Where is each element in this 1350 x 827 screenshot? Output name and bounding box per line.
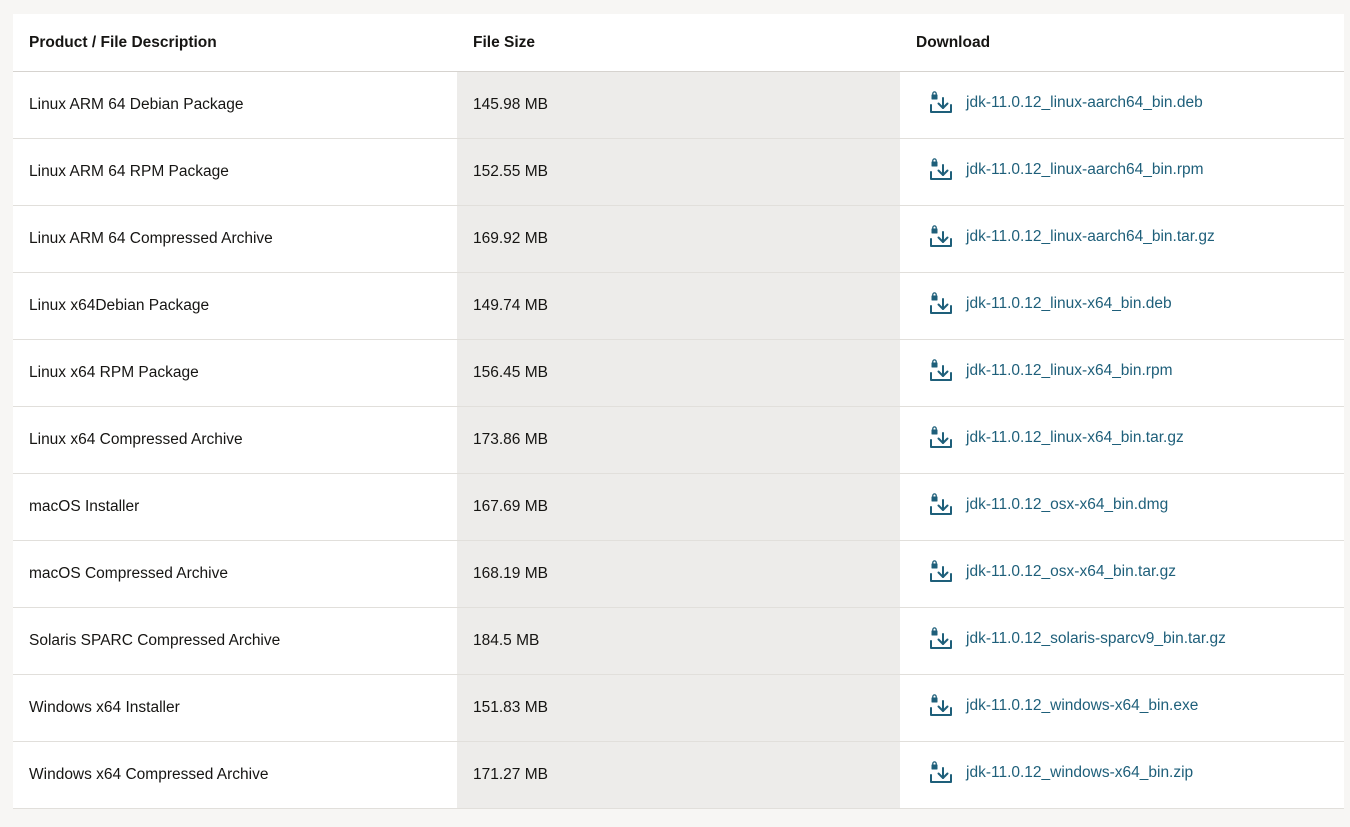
download-filename: jdk-11.0.12_osx-x64_bin.tar.gz bbox=[966, 562, 1176, 580]
download-link[interactable]: jdk-11.0.12_windows-x64_bin.exe bbox=[928, 693, 1198, 719]
file-size: 168.19 MB bbox=[457, 540, 900, 608]
file-size: 173.86 MB bbox=[457, 406, 900, 474]
download-cell: jdk-11.0.12_linux-x64_bin.rpm bbox=[900, 339, 1344, 407]
download-cell: jdk-11.0.12_linux-aarch64_bin.tar.gz bbox=[900, 205, 1344, 273]
download-link[interactable]: jdk-11.0.12_linux-x64_bin.tar.gz bbox=[928, 425, 1184, 451]
header-file-size: File Size bbox=[457, 14, 900, 72]
download-filename: jdk-11.0.12_osx-x64_bin.dmg bbox=[966, 495, 1169, 513]
download-filename: jdk-11.0.12_linux-aarch64_bin.deb bbox=[966, 93, 1203, 111]
download-filename: jdk-11.0.12_windows-x64_bin.exe bbox=[966, 696, 1199, 714]
download-filename: jdk-11.0.12_windows-x64_bin.zip bbox=[966, 763, 1194, 781]
download-filename: jdk-11.0.12_linux-x64_bin.deb bbox=[966, 294, 1172, 312]
file-description: macOS Installer bbox=[13, 473, 457, 541]
table-row: Linux ARM 64 RPM Package 152.55 MB jdk-1… bbox=[13, 138, 1344, 206]
download-lock-icon bbox=[928, 693, 954, 719]
download-link[interactable]: jdk-11.0.12_linux-x64_bin.deb bbox=[928, 291, 1172, 317]
table-row: Linux ARM 64 Debian Package 145.98 MB jd… bbox=[13, 71, 1344, 139]
download-link[interactable]: jdk-11.0.12_linux-aarch64_bin.deb bbox=[928, 90, 1203, 116]
table-row: Linux x64 Compressed Archive 173.86 MB j… bbox=[13, 406, 1344, 474]
file-size: 149.74 MB bbox=[457, 272, 900, 340]
download-cell: jdk-11.0.12_windows-x64_bin.zip bbox=[900, 741, 1344, 809]
download-link[interactable]: jdk-11.0.12_solaris-sparcv9_bin.tar.gz bbox=[928, 626, 1226, 652]
table-row: macOS Installer 167.69 MB jdk-11.0.12_os… bbox=[13, 473, 1344, 541]
file-description: macOS Compressed Archive bbox=[13, 540, 457, 608]
download-link[interactable]: jdk-11.0.12_linux-aarch64_bin.rpm bbox=[928, 157, 1204, 183]
download-lock-icon bbox=[928, 492, 954, 518]
download-lock-icon bbox=[928, 224, 954, 250]
file-size: 145.98 MB bbox=[457, 71, 900, 139]
file-description: Windows x64 Compressed Archive bbox=[13, 741, 457, 809]
downloads-table-container: Product / File Description File Size Dow… bbox=[13, 14, 1344, 809]
download-link[interactable]: jdk-11.0.12_linux-x64_bin.rpm bbox=[928, 358, 1173, 384]
downloads-table: Product / File Description File Size Dow… bbox=[13, 14, 1344, 809]
file-description: Solaris SPARC Compressed Archive bbox=[13, 607, 457, 675]
download-cell: jdk-11.0.12_osx-x64_bin.dmg bbox=[900, 473, 1344, 541]
header-download: Download bbox=[900, 14, 1344, 72]
download-cell: jdk-11.0.12_linux-aarch64_bin.deb bbox=[900, 71, 1344, 139]
table-header-row: Product / File Description File Size Dow… bbox=[13, 14, 1344, 72]
download-cell: jdk-11.0.12_solaris-sparcv9_bin.tar.gz bbox=[900, 607, 1344, 675]
file-description: Linux x64 Compressed Archive bbox=[13, 406, 457, 474]
download-filename: jdk-11.0.12_solaris-sparcv9_bin.tar.gz bbox=[966, 629, 1226, 647]
download-lock-icon bbox=[928, 626, 954, 652]
file-size: 169.92 MB bbox=[457, 205, 900, 273]
download-filename: jdk-11.0.12_linux-aarch64_bin.tar.gz bbox=[966, 227, 1215, 245]
download-lock-icon bbox=[928, 157, 954, 183]
download-link[interactable]: jdk-11.0.12_osx-x64_bin.tar.gz bbox=[928, 559, 1176, 585]
download-filename: jdk-11.0.12_linux-aarch64_bin.rpm bbox=[966, 160, 1204, 178]
file-size: 171.27 MB bbox=[457, 741, 900, 809]
table-row: Linux x64 RPM Package 156.45 MB jdk-11.0… bbox=[13, 339, 1344, 407]
file-size: 152.55 MB bbox=[457, 138, 900, 206]
download-link[interactable]: jdk-11.0.12_windows-x64_bin.zip bbox=[928, 760, 1193, 786]
download-lock-icon bbox=[928, 760, 954, 786]
table-row: Linux x64Debian Package 149.74 MB jdk-11… bbox=[13, 272, 1344, 340]
header-description: Product / File Description bbox=[13, 14, 457, 72]
download-filename: jdk-11.0.12_linux-x64_bin.rpm bbox=[966, 361, 1173, 379]
file-description: Linux ARM 64 RPM Package bbox=[13, 138, 457, 206]
download-cell: jdk-11.0.12_linux-x64_bin.tar.gz bbox=[900, 406, 1344, 474]
download-lock-icon bbox=[928, 425, 954, 451]
table-row: Solaris SPARC Compressed Archive 184.5 M… bbox=[13, 607, 1344, 675]
download-lock-icon bbox=[928, 291, 954, 317]
file-description: Linux x64Debian Package bbox=[13, 272, 457, 340]
download-filename: jdk-11.0.12_linux-x64_bin.tar.gz bbox=[966, 428, 1184, 446]
download-cell: jdk-11.0.12_windows-x64_bin.exe bbox=[900, 674, 1344, 742]
file-description: Linux x64 RPM Package bbox=[13, 339, 457, 407]
file-size: 167.69 MB bbox=[457, 473, 900, 541]
download-cell: jdk-11.0.12_linux-x64_bin.deb bbox=[900, 272, 1344, 340]
download-cell: jdk-11.0.12_osx-x64_bin.tar.gz bbox=[900, 540, 1344, 608]
file-size: 184.5 MB bbox=[457, 607, 900, 675]
file-description: Linux ARM 64 Compressed Archive bbox=[13, 205, 457, 273]
download-lock-icon bbox=[928, 358, 954, 384]
file-description: Linux ARM 64 Debian Package bbox=[13, 71, 457, 139]
file-description: Windows x64 Installer bbox=[13, 674, 457, 742]
download-link[interactable]: jdk-11.0.12_linux-aarch64_bin.tar.gz bbox=[928, 224, 1215, 250]
download-lock-icon bbox=[928, 559, 954, 585]
table-row: Windows x64 Installer 151.83 MB jdk-11.0… bbox=[13, 674, 1344, 742]
download-cell: jdk-11.0.12_linux-aarch64_bin.rpm bbox=[900, 138, 1344, 206]
file-size: 156.45 MB bbox=[457, 339, 900, 407]
download-link[interactable]: jdk-11.0.12_osx-x64_bin.dmg bbox=[928, 492, 1168, 518]
download-lock-icon bbox=[928, 90, 954, 116]
table-row: Windows x64 Compressed Archive 171.27 MB… bbox=[13, 741, 1344, 809]
table-row: macOS Compressed Archive 168.19 MB jdk-1… bbox=[13, 540, 1344, 608]
file-size: 151.83 MB bbox=[457, 674, 900, 742]
table-row: Linux ARM 64 Compressed Archive 169.92 M… bbox=[13, 205, 1344, 273]
